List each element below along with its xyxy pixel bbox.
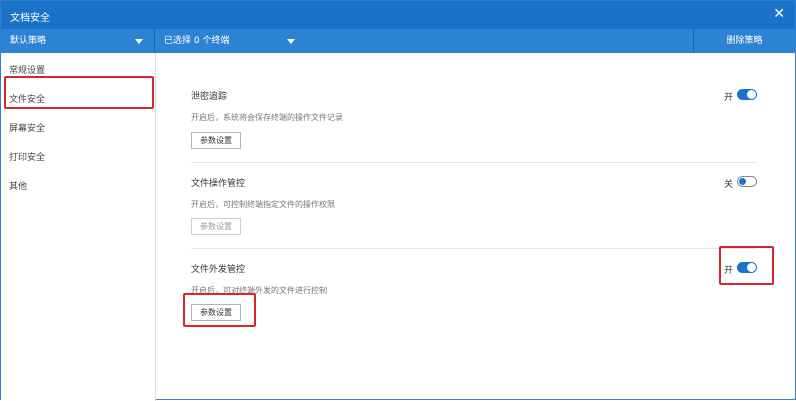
- parameter-settings-button[interactable]: 参数设置: [191, 218, 241, 235]
- toggle-switch[interactable]: [737, 89, 757, 100]
- terminal-dropdown[interactable]: 已选择 0 个终端: [155, 29, 305, 53]
- policy-toolbar: 默认策略 已选择 0 个终端 删除策略: [1, 29, 795, 53]
- file-operation-control-switch[interactable]: 关: [697, 176, 757, 190]
- toggle-knob: [739, 178, 746, 185]
- section-divider: [191, 162, 757, 163]
- strategy-dropdown[interactable]: 默认策略: [1, 29, 155, 53]
- toggle-switch[interactable]: [737, 176, 757, 187]
- sidebar-item-general[interactable]: 常规设置: [9, 63, 45, 76]
- section-description: 开启后，可控制终端指定文件的操作权限: [191, 200, 335, 209]
- parameter-settings-button[interactable]: 参数设置: [191, 132, 241, 149]
- leak-tracking-section: 泄密追踪 开启后，系统将会保存终端的操作文件记录 参数设置 开: [191, 89, 757, 149]
- delete-policy-button[interactable]: 删除策略: [693, 29, 795, 53]
- caret-down-icon: [135, 39, 143, 44]
- section-description: 开启后，系统将会保存终端的操作文件记录: [191, 113, 343, 122]
- title-bar: 文档安全 ✕: [1, 1, 795, 29]
- switch-state-label: 关: [723, 180, 733, 190]
- switch-state-label: 开: [723, 266, 733, 276]
- document-security-window: 文档安全 ✕ 默认策略 已选择 0 个终端 删除策略 常规设置 文件安全 屏幕安…: [0, 0, 796, 401]
- caret-down-icon: [287, 39, 295, 44]
- file-outbound-control-section: 文件外发管控 开启后，可对终端外发的文件进行控制 参数设置 开: [191, 262, 757, 324]
- sidebar-item-other[interactable]: 其他: [9, 179, 27, 192]
- window-title: 文档安全: [10, 13, 50, 24]
- close-icon[interactable]: ✕: [773, 5, 785, 23]
- toggle-knob: [747, 263, 756, 272]
- leak-tracking-switch[interactable]: 开: [697, 89, 757, 103]
- section-title: 文件操作管控: [191, 179, 246, 189]
- file-operation-control-section: 文件操作管控 开启后，可控制终端指定文件的操作权限 参数设置 关: [191, 176, 757, 236]
- parameter-settings-button[interactable]: 参数设置: [191, 304, 241, 321]
- section-title: 泄密追踪: [191, 92, 228, 102]
- switch-state-label: 开: [723, 93, 733, 103]
- toggle-knob: [747, 90, 756, 99]
- sidebar-item-print-security[interactable]: 打印安全: [9, 150, 45, 163]
- section-description: 开启后，可对终端外发的文件进行控制: [191, 286, 327, 295]
- terminal-dropdown-value: 已选择 0 个终端: [164, 36, 230, 46]
- strategy-dropdown-value: 默认策略: [10, 36, 47, 46]
- toggle-switch[interactable]: [737, 262, 757, 273]
- section-divider: [191, 248, 757, 249]
- sidebar-item-file-security[interactable]: 文件安全: [9, 92, 45, 105]
- settings-sidebar: 常规设置 文件安全 屏幕安全 打印安全 其他: [1, 53, 156, 401]
- section-title: 文件外发管控: [191, 265, 246, 275]
- sidebar-item-screen-security[interactable]: 屏幕安全: [9, 121, 45, 134]
- file-outbound-control-switch[interactable]: 开: [697, 262, 757, 276]
